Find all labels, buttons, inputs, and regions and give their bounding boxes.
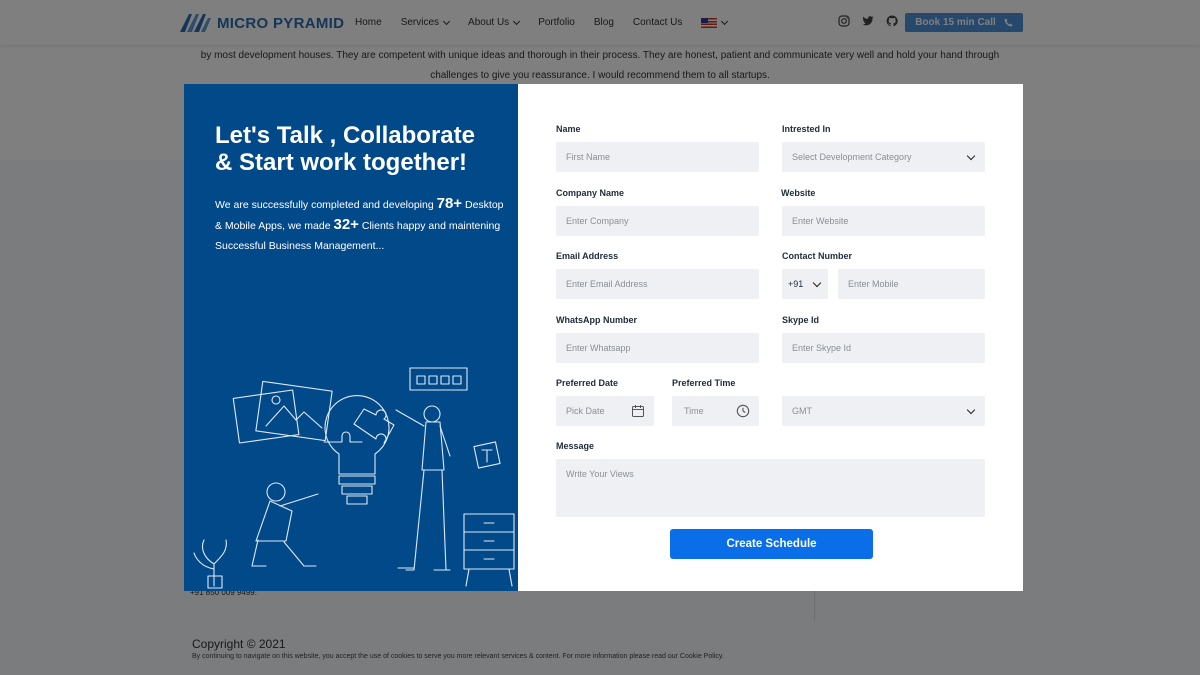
timezone-value: GMT <box>792 406 812 416</box>
mobile-input[interactable]: Enter Mobile <box>838 269 985 299</box>
create-schedule-label: Create Schedule <box>726 538 817 550</box>
chevron-down-icon <box>812 278 822 288</box>
mobile-placeholder: Enter Mobile <box>848 279 899 289</box>
clock-icon[interactable] <box>736 404 750 418</box>
modal-info-panel: Let's Talk , Collaborate & Start work to… <box>184 84 518 591</box>
whatsapp-label: WhatsApp Number <box>556 315 637 325</box>
whatsapp-input[interactable]: Enter Whatsapp <box>556 333 759 363</box>
date-picker-input[interactable]: Pick Date <box>556 396 654 426</box>
date-placeholder: Pick Date <box>566 406 605 416</box>
country-code-value: +91 <box>788 279 804 289</box>
create-schedule-button[interactable]: Create Schedule <box>670 529 873 559</box>
whatsapp-placeholder: Enter Whatsapp <box>566 343 631 353</box>
message-placeholder: Write Your Views <box>566 469 634 479</box>
website-input[interactable]: Enter Website <box>782 206 985 236</box>
skype-input[interactable]: Enter Skype Id <box>782 333 985 363</box>
preferred-date-label: Preferred Date <box>556 378 619 388</box>
interested-label: Intrested In <box>782 124 831 134</box>
category-selected-value: Select Development Category <box>792 152 912 162</box>
company-input[interactable]: Enter Company <box>556 206 759 236</box>
category-select[interactable]: Select Development Category <box>782 142 985 172</box>
chevron-down-icon <box>966 405 976 415</box>
time-picker-input[interactable]: Time <box>672 396 759 426</box>
skype-label: Skype Id <box>782 315 820 325</box>
website-placeholder: Enter Website <box>792 216 849 226</box>
email-input[interactable]: Enter Email Address <box>556 269 759 299</box>
preferred-time-label: Preferred Time <box>672 378 736 388</box>
apps-count: 78+ <box>436 195 463 212</box>
calendar-icon[interactable] <box>631 404 645 418</box>
time-placeholder: Time <box>684 406 704 416</box>
desc-part-1: We are successfully completed and develo… <box>215 199 437 211</box>
schedule-form: Name First Name Intrested In Select Deve… <box>518 84 1023 591</box>
website-label: Website <box>781 188 816 198</box>
country-code-select[interactable]: +91 <box>782 269 828 299</box>
name-label: Name <box>556 124 581 134</box>
chevron-down-icon <box>966 151 976 161</box>
first-name-placeholder: First Name <box>566 152 611 162</box>
company-label: Company Name <box>556 188 625 198</box>
email-label: Email Address <box>556 251 619 261</box>
timezone-select[interactable]: GMT <box>782 396 985 426</box>
contact-number-label: Contact Number <box>782 251 853 261</box>
email-placeholder: Enter Email Address <box>566 279 648 289</box>
contact-modal: Let's Talk , Collaborate & Start work to… <box>184 84 1023 591</box>
message-textarea[interactable]: Write Your Views <box>556 459 985 517</box>
skype-placeholder: Enter Skype Id <box>792 343 852 353</box>
first-name-input[interactable]: First Name <box>556 142 759 172</box>
modal-title: Let's Talk , Collaborate & Start work to… <box>215 122 475 176</box>
message-label: Message <box>556 441 595 451</box>
collaboration-illustration <box>193 367 515 589</box>
clients-count: 32+ <box>333 216 359 233</box>
modal-description: We are successfully completed and develo… <box>215 194 505 256</box>
company-placeholder: Enter Company <box>566 216 629 226</box>
